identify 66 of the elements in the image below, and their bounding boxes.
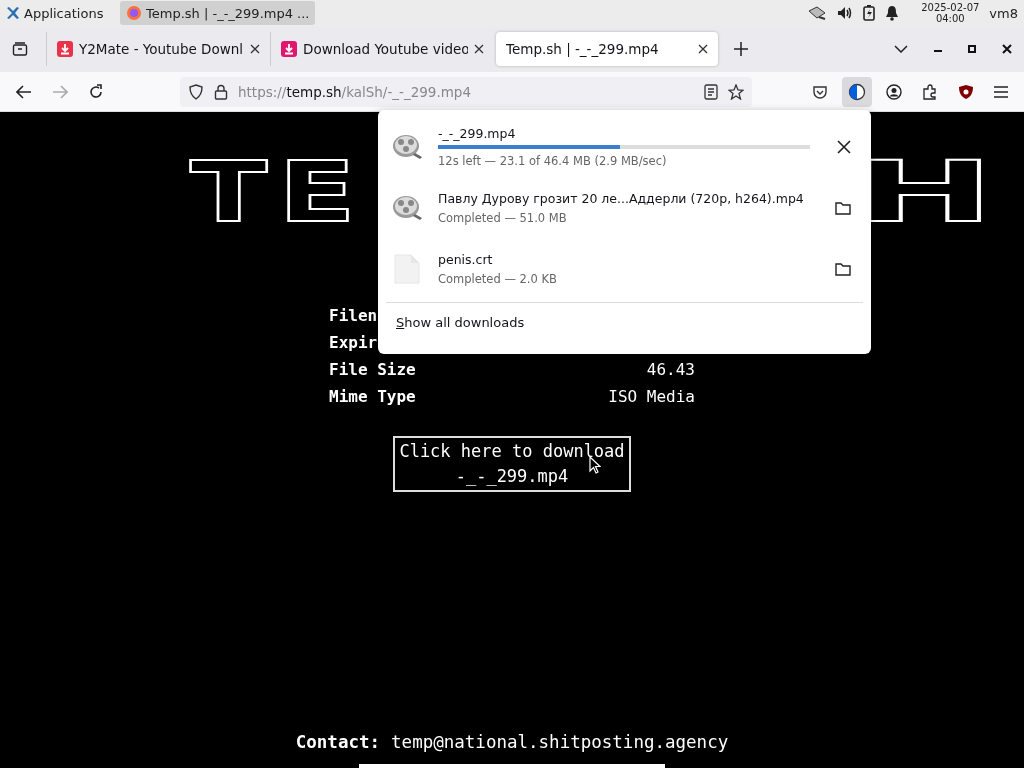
tab-title: Temp.sh | -_-_299.mp4 (506, 41, 660, 57)
taskbar-window-button[interactable]: Temp.sh | -_-_299.mp4 ... (120, 1, 316, 25)
tab-list-icon[interactable] (12, 41, 28, 57)
download-file-name: Павлу Дурову грозит 20 ле...Аддерли (720p, h264).mp4 (438, 190, 805, 206)
browser-tab[interactable]: Download Youtube video (270, 32, 494, 66)
download-status: Completed — 2.0 KB (438, 271, 558, 286)
battery-icon[interactable] (863, 5, 876, 21)
download-item[interactable]: Павлу Дурову грозит 20 ле...Аддерли (720p, h264).mp4 Completed — 51.0 MB (384, 177, 865, 238)
menu-icon[interactable] (994, 85, 1008, 98)
show-all-downloads-link[interactable]: Show all downloads (384, 303, 865, 342)
folder-icon[interactable] (835, 200, 851, 215)
applications-menu[interactable]: Applications (2, 1, 110, 25)
info-value: 46.43 (646, 360, 695, 379)
tab-title: Y2Mate - Youtube Downl (79, 41, 244, 57)
download-item[interactable]: -_-_299.mp4 12s left — 23.1 of 46.4 MB (2.9 MB/sec) (384, 116, 865, 177)
new-tab-icon[interactable] (734, 42, 748, 56)
downloads-button[interactable] (842, 76, 872, 107)
bell-icon[interactable] (885, 5, 900, 21)
shield-extension-icon[interactable] (958, 83, 974, 100)
puzzle-piece-icon[interactable] (922, 83, 938, 100)
back-icon[interactable] (16, 84, 32, 99)
download-progress-icon (848, 82, 866, 101)
download-status: Completed — 51.0 MB (438, 210, 568, 225)
volume-icon[interactable] (837, 5, 854, 21)
download-link-button[interactable]: Click here to download -_-_299.mp4 (393, 436, 631, 492)
star-icon[interactable] (728, 83, 744, 100)
network-icon[interactable] (807, 5, 828, 21)
address-field[interactable]: https://temp.sh/kalSh/-_-_299.mp4 (180, 76, 752, 107)
chevron-down-icon[interactable] (894, 45, 908, 53)
shield-icon[interactable] (188, 83, 204, 100)
pocket-icon[interactable] (812, 83, 828, 100)
maximize-icon[interactable] (968, 45, 976, 53)
download-file-name: penis.crt (438, 251, 494, 267)
close-icon[interactable] (698, 44, 708, 54)
url-text: https://temp.sh/kalSh/-_-_299.mp4 (238, 83, 472, 100)
document-icon (391, 252, 423, 285)
reload-icon[interactable] (88, 83, 104, 100)
user-name[interactable]: vm8 (989, 5, 1018, 21)
account-icon[interactable] (886, 83, 902, 100)
contact-email: temp@national.shitposting.agency (391, 732, 729, 752)
download-status: 12s left — 23.1 of 46.4 MB (2.9 MB/sec) (438, 153, 668, 168)
download-file-name: -_-_299.mp4 (438, 125, 517, 141)
cancel-icon[interactable] (837, 139, 851, 154)
clock-time: 04:00 (935, 13, 965, 24)
reader-view-icon[interactable] (704, 83, 718, 100)
close-icon[interactable] (250, 44, 260, 54)
close-icon[interactable] (1002, 44, 1012, 54)
browser-tab[interactable]: Y2Mate - Youtube Downl (46, 32, 270, 66)
download-item[interactable]: penis.crt Completed — 2.0 KB (384, 238, 865, 299)
tab-title: Download Youtube video (303, 41, 468, 57)
film-reel-icon (391, 132, 423, 161)
browser-tab[interactable]: Temp.sh | -_-_299.mp4 (496, 32, 718, 66)
contact-label: Contact: (295, 732, 381, 752)
info-label: File Size (329, 360, 416, 379)
clock-date: 2025-02-07 (921, 2, 980, 13)
cursor-icon (589, 456, 602, 474)
firefox-icon (126, 5, 142, 21)
logo-text: TE (190, 150, 367, 234)
close-icon[interactable] (474, 44, 484, 54)
lock-icon[interactable] (214, 83, 228, 100)
info-label: Mime Type (329, 387, 416, 406)
film-reel-icon (391, 193, 423, 222)
folder-icon[interactable] (835, 261, 851, 276)
info-label: Expir (329, 333, 378, 352)
info-label: Filen (329, 306, 378, 325)
info-value: ISO Media (608, 387, 695, 406)
